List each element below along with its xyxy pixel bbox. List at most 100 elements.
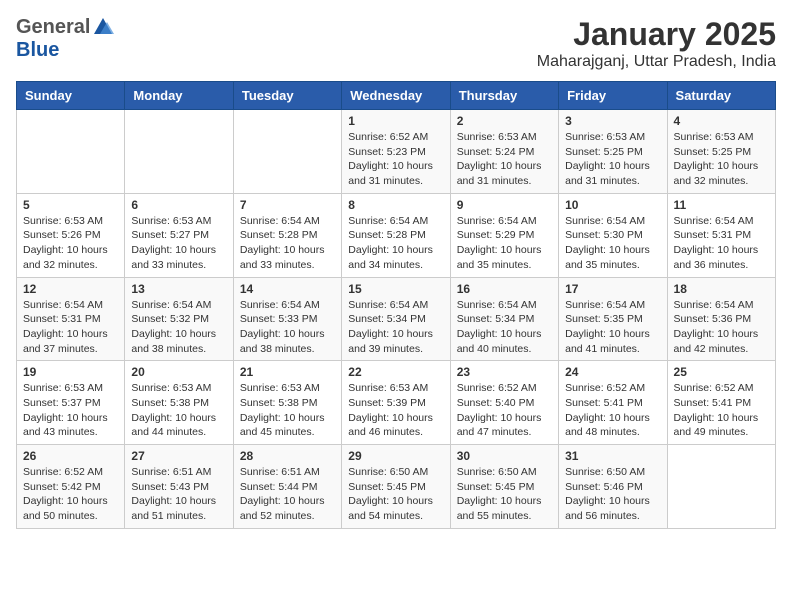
calendar-cell: 12 Sunrise: 6:54 AMSunset: 5:31 PMDayligh…: [17, 277, 125, 361]
calendar-cell: 21Sunrise: 6:53 AMSunset: 5:38 PMDayligh…: [233, 361, 341, 445]
day-number: 31: [565, 449, 660, 463]
day-detail: Sunrise: 6:54 AMSunset: 5:31 PMDaylight:…: [674, 214, 769, 273]
day-number: 27: [131, 449, 226, 463]
day-number: 13: [131, 282, 226, 296]
logo-general: General: [16, 16, 90, 39]
day-number: 11: [674, 198, 769, 212]
day-number: 2: [457, 114, 552, 128]
calendar-cell: 18 Sunrise: 6:54 AMSunset: 5:36 PMDayligh…: [667, 277, 775, 361]
calendar-week-row: 1 Sunrise: 6:52 AMSunset: 5:23 PMDaylight…: [17, 110, 776, 194]
day-detail: Sunrise: 6:53 AMSunset: 5:38 PMDaylight:…: [240, 381, 335, 440]
day-number: 7: [240, 198, 335, 212]
day-detail: Sunrise: 6:54 AMSunset: 5:33 PMDaylight:…: [240, 298, 335, 357]
day-number: 28: [240, 449, 335, 463]
day-detail: Sunrise: 6:52 AMSunset: 5:41 PMDaylight:…: [565, 381, 660, 440]
day-detail: Sunrise: 6:50 AMSunset: 5:45 PMDaylight:…: [348, 465, 443, 524]
day-detail: Sunrise: 6:54 AMSunset: 5:28 PMDaylight:…: [348, 214, 443, 273]
day-number: 9: [457, 198, 552, 212]
calendar-cell: 22 Sunrise: 6:53 AMSunset: 5:39 PMDayligh…: [342, 361, 450, 445]
day-detail: Sunrise: 6:54 AMSunset: 5:35 PMDaylight:…: [565, 298, 660, 357]
calendar-cell: 11 Sunrise: 6:54 AMSunset: 5:31 PMDayligh…: [667, 193, 775, 277]
day-detail: Sunrise: 6:54 AMSunset: 5:34 PMDaylight:…: [348, 298, 443, 357]
day-detail: Sunrise: 6:54 AMSunset: 5:32 PMDaylight:…: [131, 298, 226, 357]
day-number: 26: [23, 449, 118, 463]
calendar-cell: 9 Sunrise: 6:54 AMSunset: 5:29 PMDaylight…: [450, 193, 558, 277]
calendar-cell: 3 Sunrise: 6:53 AMSunset: 5:25 PMDaylight…: [559, 110, 667, 194]
calendar-cell: [125, 110, 233, 194]
day-number: 5: [23, 198, 118, 212]
calendar-cell: 6 Sunrise: 6:53 AMSunset: 5:27 PMDaylight…: [125, 193, 233, 277]
day-detail: Sunrise: 6:53 AMSunset: 5:39 PMDaylight:…: [348, 381, 443, 440]
day-detail: Sunrise: 6:54 AMSunset: 5:30 PMDaylight:…: [565, 214, 660, 273]
calendar-cell: 5 Sunrise: 6:53 AMSunset: 5:26 PMDaylight…: [17, 193, 125, 277]
day-detail: Sunrise: 6:54 AMSunset: 5:31 PMDaylight:…: [23, 298, 118, 357]
calendar-cell: 17 Sunrise: 6:54 AMSunset: 5:35 PMDayligh…: [559, 277, 667, 361]
day-detail: Sunrise: 6:53 AMSunset: 5:24 PMDaylight:…: [457, 130, 552, 189]
day-number: 12: [23, 282, 118, 296]
calendar-week-row: 19 Sunrise: 6:53 AMSunset: 5:37 PMDayligh…: [17, 361, 776, 445]
day-number: 22: [348, 365, 443, 379]
day-number: 23: [457, 365, 552, 379]
calendar-cell: 7 Sunrise: 6:54 AMSunset: 5:28 PMDaylight…: [233, 193, 341, 277]
day-detail: Sunrise: 6:54 AMSunset: 5:29 PMDaylight:…: [457, 214, 552, 273]
day-number: 16: [457, 282, 552, 296]
calendar-cell: 10Sunrise: 6:54 AMSunset: 5:30 PMDayligh…: [559, 193, 667, 277]
calendar-cell: 16 Sunrise: 6:54 AMSunset: 5:34 PMDayligh…: [450, 277, 558, 361]
day-number: 6: [131, 198, 226, 212]
calendar-cell: [667, 445, 775, 529]
day-detail: Sunrise: 6:53 AMSunset: 5:37 PMDaylight:…: [23, 381, 118, 440]
day-detail: Sunrise: 6:50 AMSunset: 5:45 PMDaylight:…: [457, 465, 552, 524]
calendar-table: SundayMondayTuesdayWednesdayThursdayFrid…: [16, 81, 776, 529]
calendar-cell: 27 Sunrise: 6:51 AMSunset: 5:43 PMDayligh…: [125, 445, 233, 529]
calendar-cell: 8Sunrise: 6:54 AMSunset: 5:28 PMDaylight…: [342, 193, 450, 277]
day-detail: Sunrise: 6:54 AMSunset: 5:28 PMDaylight:…: [240, 214, 335, 273]
weekday-header: Thursday: [450, 82, 558, 110]
day-number: 15: [348, 282, 443, 296]
calendar-cell: 14 Sunrise: 6:54 AMSunset: 5:33 PMDayligh…: [233, 277, 341, 361]
calendar-cell: [17, 110, 125, 194]
weekday-header: Saturday: [667, 82, 775, 110]
calendar-cell: 2 Sunrise: 6:53 AMSunset: 5:24 PMDaylight…: [450, 110, 558, 194]
day-number: 1: [348, 114, 443, 128]
day-detail: Sunrise: 6:52 AMSunset: 5:41 PMDaylight:…: [674, 381, 769, 440]
day-number: 29: [348, 449, 443, 463]
calendar-week-row: 12 Sunrise: 6:54 AMSunset: 5:31 PMDayligh…: [17, 277, 776, 361]
weekday-header: Tuesday: [233, 82, 341, 110]
weekday-header: Friday: [559, 82, 667, 110]
calendar-week-row: 5 Sunrise: 6:53 AMSunset: 5:26 PMDaylight…: [17, 193, 776, 277]
calendar-cell: 30 Sunrise: 6:50 AMSunset: 5:45 PMDayligh…: [450, 445, 558, 529]
day-detail: Sunrise: 6:53 AMSunset: 5:25 PMDaylight:…: [565, 130, 660, 189]
logo: General Blue: [16, 16, 114, 62]
day-detail: Sunrise: 6:53 AMSunset: 5:25 PMDaylight:…: [674, 130, 769, 189]
calendar-cell: 28Sunrise: 6:51 AMSunset: 5:44 PMDayligh…: [233, 445, 341, 529]
day-detail: Sunrise: 6:53 AMSunset: 5:26 PMDaylight:…: [23, 214, 118, 273]
day-detail: Sunrise: 6:50 AMSunset: 5:46 PMDaylight:…: [565, 465, 660, 524]
day-detail: Sunrise: 6:54 AMSunset: 5:36 PMDaylight:…: [674, 298, 769, 357]
logo-icon: [92, 16, 114, 38]
day-number: 19: [23, 365, 118, 379]
calendar-cell: 23 Sunrise: 6:52 AMSunset: 5:40 PMDayligh…: [450, 361, 558, 445]
logo-blue: Blue: [16, 39, 59, 61]
day-number: 17: [565, 282, 660, 296]
calendar-cell: 4 Sunrise: 6:53 AMSunset: 5:25 PMDaylight…: [667, 110, 775, 194]
day-detail: Sunrise: 6:51 AMSunset: 5:43 PMDaylight:…: [131, 465, 226, 524]
weekday-header: Monday: [125, 82, 233, 110]
day-number: 14: [240, 282, 335, 296]
day-detail: Sunrise: 6:53 AMSunset: 5:27 PMDaylight:…: [131, 214, 226, 273]
calendar-cell: 1 Sunrise: 6:52 AMSunset: 5:23 PMDaylight…: [342, 110, 450, 194]
calendar-cell: 26Sunrise: 6:52 AMSunset: 5:42 PMDayligh…: [17, 445, 125, 529]
day-number: 24: [565, 365, 660, 379]
day-detail: Sunrise: 6:54 AMSunset: 5:34 PMDaylight:…: [457, 298, 552, 357]
calendar-cell: 25Sunrise: 6:52 AMSunset: 5:41 PMDayligh…: [667, 361, 775, 445]
calendar-week-row: 26Sunrise: 6:52 AMSunset: 5:42 PMDayligh…: [17, 445, 776, 529]
calendar-cell: 15 Sunrise: 6:54 AMSunset: 5:34 PMDayligh…: [342, 277, 450, 361]
day-number: 30: [457, 449, 552, 463]
calendar-cell: 29 Sunrise: 6:50 AMSunset: 5:45 PMDayligh…: [342, 445, 450, 529]
day-number: 4: [674, 114, 769, 128]
day-number: 20: [131, 365, 226, 379]
day-detail: Sunrise: 6:52 AMSunset: 5:23 PMDaylight:…: [348, 130, 443, 189]
day-number: 18: [674, 282, 769, 296]
day-detail: Sunrise: 6:52 AMSunset: 5:40 PMDaylight:…: [457, 381, 552, 440]
calendar-cell: 19 Sunrise: 6:53 AMSunset: 5:37 PMDayligh…: [17, 361, 125, 445]
day-number: 3: [565, 114, 660, 128]
